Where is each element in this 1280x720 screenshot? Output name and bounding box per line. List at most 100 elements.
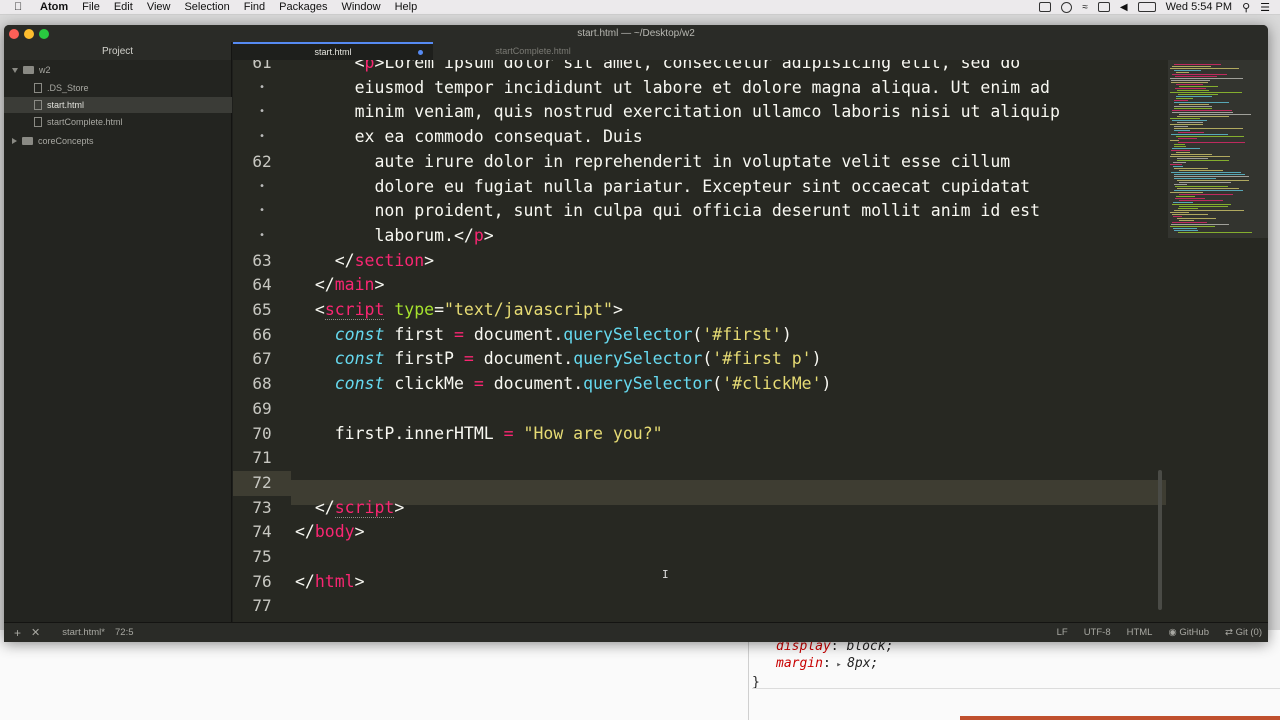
add-icon[interactable]: + bbox=[14, 626, 21, 640]
minimap-line bbox=[1170, 164, 1182, 165]
status-grammar[interactable]: HTML bbox=[1127, 627, 1153, 638]
notification-center-icon[interactable]: ☰ bbox=[1260, 1, 1270, 14]
airplay-icon[interactable] bbox=[1097, 2, 1110, 12]
line-number[interactable]: 76 bbox=[233, 570, 291, 595]
css-val-margin: 8px; bbox=[847, 656, 879, 671]
menu-find[interactable]: Find bbox=[244, 1, 265, 13]
line-number[interactable]: 67 bbox=[233, 347, 291, 372]
status-cursor-position[interactable]: 72:5 bbox=[115, 627, 134, 638]
tree-file-ds-store[interactable]: .DS_Store bbox=[34, 80, 89, 96]
minimap-line bbox=[1174, 130, 1190, 131]
status-file-name[interactable]: start.html* bbox=[62, 627, 105, 638]
menu-selection[interactable]: Selection bbox=[184, 1, 229, 13]
vertical-scrollbar[interactable] bbox=[1158, 470, 1162, 610]
minimap-line bbox=[1170, 156, 1230, 157]
minimap-line bbox=[1174, 70, 1201, 71]
code-line-61-wrap-3: ex ea commodo consequat. Duis bbox=[295, 127, 643, 147]
line-number[interactable]: 68 bbox=[233, 372, 291, 397]
line-number[interactable]: 71 bbox=[233, 446, 291, 471]
minimap[interactable] bbox=[1168, 60, 1268, 622]
menubar-status-area: ≈ ◀ Wed 5:54 PM ⚲ ☰ bbox=[1039, 1, 1270, 14]
status-github[interactable]: ◉ GitHub bbox=[1168, 627, 1209, 638]
tree-header[interactable]: Project bbox=[4, 42, 231, 60]
menubar-clock[interactable]: Wed 5:54 PM bbox=[1166, 1, 1232, 13]
spotlight-icon[interactable]: ⚲ bbox=[1242, 1, 1250, 14]
menu-view[interactable]: View bbox=[147, 1, 171, 13]
line-number[interactable]: 65 bbox=[233, 298, 291, 323]
tab-start-html[interactable]: start.html bbox=[233, 42, 433, 60]
line-number[interactable]: 63 bbox=[233, 249, 291, 274]
line-number[interactable]: 69 bbox=[233, 397, 291, 422]
menu-help[interactable]: Help bbox=[395, 1, 418, 13]
tree-folder-w2[interactable]: w2 bbox=[12, 62, 51, 78]
soft-wrap-indicator[interactable]: • bbox=[233, 100, 291, 125]
menu-file[interactable]: File bbox=[82, 1, 100, 13]
line-number-gutter[interactable]: 61 • • • 62 • • • 63 64 65 66 67 68 69 70 71 72 73 74 75 76 77 bbox=[233, 60, 291, 622]
minimap-line bbox=[1177, 116, 1229, 117]
code-line-62: aute irure dolor in reprehenderit in vol… bbox=[295, 151, 1011, 171]
minimap-line bbox=[1171, 134, 1228, 135]
line-number[interactable]: 75 bbox=[233, 545, 291, 570]
status-encoding[interactable]: UTF-8 bbox=[1084, 627, 1111, 638]
git-icon: ⇄ bbox=[1225, 627, 1236, 638]
screen-record-icon[interactable] bbox=[1039, 2, 1052, 12]
close-window-button[interactable] bbox=[9, 29, 19, 39]
minimap-line bbox=[1171, 82, 1208, 83]
soft-wrap-indicator[interactable]: • bbox=[233, 199, 291, 224]
minimap-line bbox=[1174, 230, 1198, 231]
tree-folder-coreconcepts[interactable]: coreConcepts bbox=[12, 133, 94, 149]
line-number[interactable]: 64 bbox=[233, 273, 291, 298]
tab-label: startComplete.html bbox=[495, 46, 571, 56]
tree-item-label: start.html bbox=[47, 100, 85, 110]
line-number[interactable]: 72 bbox=[233, 470, 291, 496]
minimap-line bbox=[1171, 80, 1210, 81]
expand-triangle-icon[interactable]: ▸ bbox=[831, 660, 847, 670]
close-icon[interactable]: ✕ bbox=[31, 626, 40, 639]
menu-window[interactable]: Window bbox=[341, 1, 380, 13]
modified-indicator-icon[interactable] bbox=[418, 49, 423, 55]
line-number[interactable]: 62 bbox=[233, 150, 291, 175]
code-line-64: </main> bbox=[295, 275, 385, 295]
maximize-window-button[interactable] bbox=[39, 29, 49, 39]
minimap-line bbox=[1172, 110, 1232, 111]
text-editor[interactable]: 61 • • • 62 • • • 63 64 65 66 67 68 69 70 71 72 73 74 75 76 77… bbox=[233, 60, 1268, 622]
soft-wrap-indicator[interactable]: • bbox=[233, 224, 291, 249]
code-line-62-wrap-2: non proident, sunt in culpa qui officia … bbox=[295, 201, 1041, 221]
project-tree-view: Project w2 .DS_Store start.html startCom… bbox=[4, 42, 232, 622]
soft-wrap-indicator[interactable]: • bbox=[233, 76, 291, 101]
menu-packages[interactable]: Packages bbox=[279, 1, 327, 13]
line-number[interactable]: 73 bbox=[233, 496, 291, 521]
wifi-icon[interactable]: ≈ bbox=[1082, 2, 1088, 13]
minimap-line bbox=[1170, 140, 1179, 141]
menu-edit[interactable]: Edit bbox=[114, 1, 133, 13]
minimap-line bbox=[1173, 166, 1183, 167]
line-number[interactable]: 74 bbox=[233, 520, 291, 545]
line-number[interactable]: 66 bbox=[233, 323, 291, 348]
window-title: start.html — ~/Desktop/w2 bbox=[577, 28, 695, 39]
minimize-window-button[interactable] bbox=[24, 29, 34, 39]
line-number[interactable]: 61 bbox=[233, 60, 291, 76]
minimap-line bbox=[1171, 154, 1212, 155]
minimap-line bbox=[1178, 138, 1197, 139]
code-line-66: const first = document.querySelector('#f… bbox=[334, 324, 792, 344]
minimap-line bbox=[1177, 160, 1229, 161]
soft-wrap-indicator[interactable]: • bbox=[233, 175, 291, 200]
tree-item-label: startComplete.html bbox=[47, 117, 123, 127]
window-titlebar[interactable]: start.html — ~/Desktop/w2 bbox=[4, 25, 1268, 42]
minimap-line bbox=[1172, 148, 1200, 149]
menu-app-name[interactable]: Atom bbox=[40, 1, 68, 13]
minimap-line bbox=[1174, 64, 1221, 65]
status-git[interactable]: ⇄ Git (0) bbox=[1225, 627, 1262, 638]
tab-startcomplete-html[interactable]: startComplete.html bbox=[433, 42, 633, 60]
line-number[interactable]: 77 bbox=[233, 594, 291, 619]
battery-icon[interactable] bbox=[1137, 2, 1156, 12]
tree-file-start-html[interactable]: start.html bbox=[4, 97, 232, 113]
soft-wrap-indicator[interactable]: • bbox=[233, 125, 291, 150]
volume-icon[interactable]: ◀ bbox=[1120, 2, 1128, 13]
tree-file-startcomplete-html[interactable]: startComplete.html bbox=[34, 114, 123, 130]
status-line-ending[interactable]: LF bbox=[1057, 627, 1068, 638]
sync-icon[interactable] bbox=[1061, 1, 1073, 13]
line-number[interactable]: 70 bbox=[233, 422, 291, 447]
apple-icon[interactable]:  bbox=[14, 1, 32, 13]
tab-label: start.html bbox=[314, 47, 352, 57]
